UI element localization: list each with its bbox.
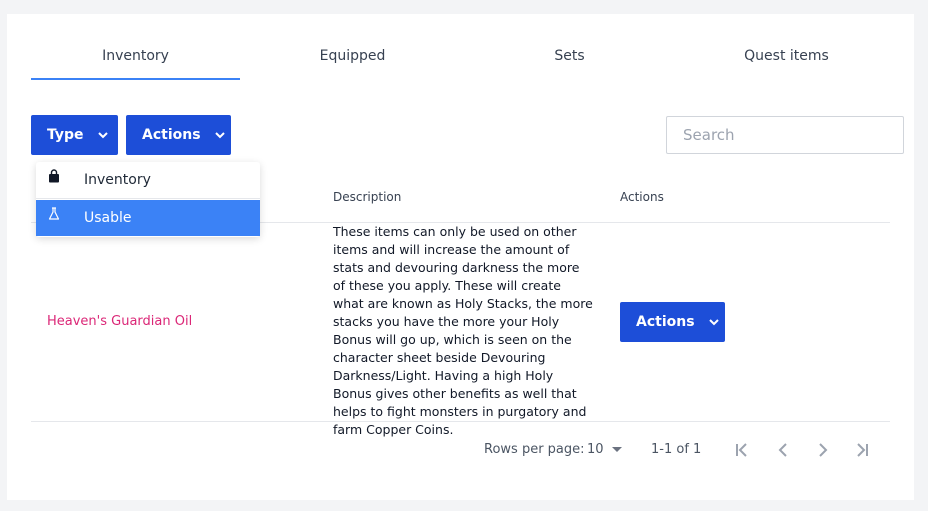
chevron-down-icon bbox=[214, 132, 225, 139]
type-dropdown-button[interactable]: Type bbox=[31, 115, 118, 155]
type-dropdown-menu: Inventory Usable bbox=[36, 162, 260, 237]
menu-divider bbox=[36, 198, 260, 199]
chevron-down-icon bbox=[708, 319, 719, 326]
rows-per-page-value: 10 bbox=[587, 442, 604, 457]
item-name-link[interactable]: Heaven's Guardian Oil bbox=[47, 314, 192, 329]
menu-item-usable[interactable]: Usable bbox=[36, 200, 260, 236]
type-button-label: Type bbox=[47, 127, 84, 143]
tab-quest-items[interactable]: Quest items bbox=[682, 44, 891, 80]
rows-per-page-label: Rows per page: bbox=[484, 442, 585, 457]
actions-dropdown-button[interactable]: Actions bbox=[126, 115, 231, 155]
search-input[interactable] bbox=[666, 116, 904, 154]
actions-button-label: Actions bbox=[142, 127, 201, 143]
row-divider bbox=[31, 421, 890, 422]
menu-item-inventory[interactable]: Inventory bbox=[36, 162, 260, 198]
row-actions-button[interactable]: Actions bbox=[620, 302, 725, 342]
menu-item-label: Inventory bbox=[84, 172, 151, 188]
tab-equipped[interactable]: Equipped bbox=[248, 44, 457, 80]
row-actions-label: Actions bbox=[636, 314, 695, 330]
rows-per-page-select[interactable]: 10 bbox=[587, 442, 622, 457]
bag-icon bbox=[49, 169, 59, 183]
menu-item-label: Usable bbox=[84, 210, 132, 226]
caret-down-icon bbox=[611, 447, 622, 452]
tab-inventory[interactable]: Inventory bbox=[31, 44, 240, 80]
column-header-description[interactable]: Description bbox=[333, 190, 401, 204]
chevron-down-icon bbox=[97, 132, 108, 139]
item-description: These items can only be used on other it… bbox=[333, 224, 593, 437]
previous-page-icon[interactable] bbox=[773, 440, 793, 460]
inventory-card: Inventory Equipped Sets Quest items Type… bbox=[7, 14, 914, 500]
tab-bar: Inventory Equipped Sets Quest items bbox=[31, 44, 899, 80]
next-page-icon[interactable] bbox=[813, 440, 833, 460]
first-page-icon[interactable] bbox=[732, 440, 752, 460]
column-header-actions: Actions bbox=[620, 190, 664, 204]
page-range: 1-1 of 1 bbox=[651, 442, 702, 457]
flask-icon bbox=[48, 207, 60, 220]
last-page-icon[interactable] bbox=[852, 440, 872, 460]
tab-sets[interactable]: Sets bbox=[465, 44, 674, 80]
